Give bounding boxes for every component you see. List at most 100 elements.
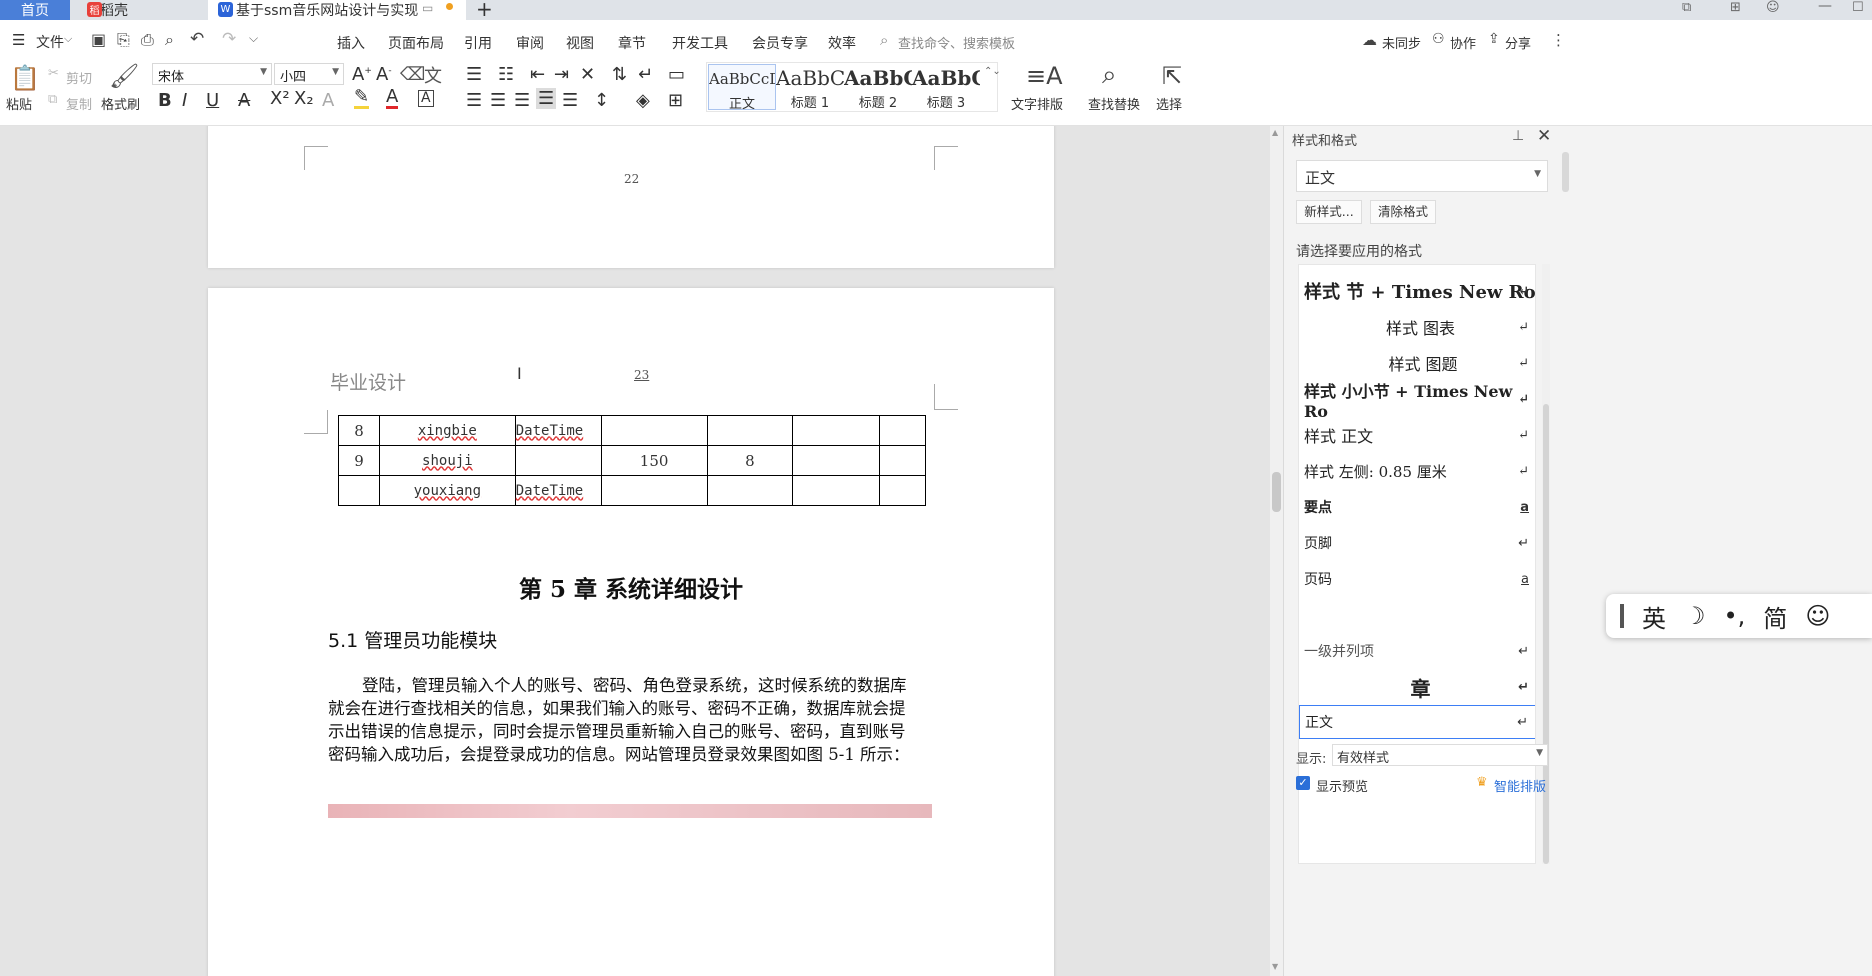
decrease-indent-icon[interactable]: ⇤ xyxy=(530,64,545,85)
menu-tab-view[interactable]: 视图 xyxy=(566,33,594,53)
style-item[interactable]: 页脚 ↵ xyxy=(1299,525,1535,561)
font-color-icon[interactable]: A xyxy=(386,88,399,109)
strikethrough-icon[interactable]: A xyxy=(238,90,250,111)
current-style-select[interactable]: 正文 ▼ xyxy=(1296,160,1548,192)
body-paragraph[interactable]: 登陆，管理员输入个人的账号、密码、角色登录系统，这时候系统的数据库 就会在进行查… xyxy=(328,674,938,766)
find-replace-button[interactable]: 查找替换 xyxy=(1088,94,1140,113)
sort-icon[interactable]: ⇅ xyxy=(612,64,627,85)
menu-tab-member[interactable]: 会员专享 xyxy=(752,33,808,53)
table-cell[interactable] xyxy=(792,475,881,506)
table-cell[interactable] xyxy=(879,445,926,476)
menu-tab-references[interactable]: 引用 xyxy=(464,33,492,53)
table-cell[interactable]: shouji xyxy=(378,445,516,476)
panel-scroll-thumb[interactable] xyxy=(1562,152,1569,192)
cut-button[interactable]: 剪切 xyxy=(66,68,92,87)
show-filter-select[interactable]: 有效样式 ▼ xyxy=(1332,744,1548,766)
new-tab-plus-icon[interactable]: + xyxy=(476,0,493,21)
table-cell[interactable]: DateTime xyxy=(514,475,602,506)
sync-status-button[interactable]: 未同步 xyxy=(1382,33,1421,52)
table-cell[interactable] xyxy=(600,475,708,506)
superscript-icon[interactable]: X² xyxy=(270,88,290,109)
style-item-selected[interactable]: 正文 ↵ xyxy=(1299,705,1535,739)
smart-layout-button[interactable]: 智能排版 xyxy=(1494,776,1546,795)
table-cell[interactable] xyxy=(514,445,602,476)
avatar[interactable]: ☺ xyxy=(1766,0,1780,15)
menu-tab-insert[interactable]: 插入 xyxy=(337,33,365,53)
hamburger-icon[interactable]: ☰ xyxy=(12,31,25,49)
clear-format-button[interactable]: 清除格式 xyxy=(1370,200,1436,224)
paste-clipboard-icon[interactable]: 📋 xyxy=(10,64,40,92)
ime-english-toggle[interactable]: 英 xyxy=(1642,599,1666,634)
menu-tab-efficiency[interactable]: 效率 xyxy=(828,33,856,53)
pin-icon[interactable]: ⊥ xyxy=(1512,128,1524,144)
close-icon[interactable]: ✕ xyxy=(1537,126,1551,146)
font-name-select[interactable]: 宋体 ▼ xyxy=(152,63,272,85)
command-search-input[interactable]: 查找命令、搜索模板 xyxy=(898,33,1015,52)
highlight-icon[interactable]: ✎ xyxy=(354,88,370,109)
document-scrollbar[interactable]: ▲ ▼ xyxy=(1270,126,1283,976)
font-size-select[interactable]: 小四 ▼ xyxy=(274,63,344,85)
bold-icon[interactable]: B xyxy=(158,90,172,111)
style-heading3[interactable]: AaBbC 标题 3 xyxy=(912,64,980,111)
style-item[interactable]: 章 ↵ xyxy=(1299,669,1535,705)
clear-format-eraser-icon[interactable]: ⌫ xyxy=(400,64,425,85)
table-cell[interactable] xyxy=(706,475,794,506)
redo-icon[interactable]: ↷ xyxy=(222,29,236,49)
shading-icon[interactable]: ◈ xyxy=(636,90,650,111)
borders-icon[interactable]: ⊞ xyxy=(668,90,683,111)
style-list-scroll-thumb[interactable] xyxy=(1543,404,1549,864)
monitor-icon[interactable]: ▭ xyxy=(422,1,433,15)
italic-icon[interactable]: I xyxy=(182,90,187,111)
print-icon[interactable]: ⎙ xyxy=(141,30,154,50)
preview-checkbox[interactable]: ✓ xyxy=(1296,776,1310,790)
chapter-heading[interactable]: 第 5 章 系统详细设计 xyxy=(208,570,1054,604)
ime-punctuation-icon[interactable]: •, xyxy=(1724,602,1746,630)
table-cell[interactable] xyxy=(706,415,794,446)
table-cell[interactable] xyxy=(792,445,881,476)
print-preview-icon[interactable]: ⌕ xyxy=(165,30,174,50)
phonetic-icon[interactable]: 文 xyxy=(424,62,442,88)
scrollbar-thumb[interactable] xyxy=(1272,472,1281,512)
font-shrink-icon[interactable]: A- xyxy=(376,64,392,85)
increase-indent-icon[interactable]: ⇥ xyxy=(554,64,569,85)
align-right-icon[interactable]: ☰ xyxy=(514,90,530,111)
table-cell[interactable]: 150 xyxy=(600,445,708,476)
table-cell[interactable]: 9 xyxy=(338,445,380,476)
bullet-list-icon[interactable]: ☰ xyxy=(466,64,482,85)
save-icon[interactable]: ▣ xyxy=(91,30,106,49)
distribute-icon[interactable]: ☰ xyxy=(562,90,578,111)
ime-simplified-toggle[interactable]: 简 xyxy=(1763,599,1787,634)
style-heading1[interactable]: AaBbC 标题 1 xyxy=(776,64,844,111)
new-style-button[interactable]: 新样式... xyxy=(1296,200,1362,224)
copy-button[interactable]: 复制 xyxy=(66,94,92,113)
share-button[interactable]: 分享 xyxy=(1505,33,1531,52)
char-border-icon[interactable]: A xyxy=(418,90,434,107)
menu-tab-chapter[interactable]: 章节 xyxy=(618,33,646,53)
style-item[interactable]: 样式 小小节 + Times New Ro ↵ xyxy=(1299,381,1535,421)
ruler-icon[interactable]: ▭ xyxy=(668,64,685,85)
style-item[interactable]: 页码 a xyxy=(1299,561,1535,597)
scroll-down-icon[interactable]: ▼ xyxy=(1272,962,1278,971)
justify-icon[interactable]: ☰ xyxy=(536,88,557,109)
text-layout-button[interactable]: 文字排版 xyxy=(1011,94,1063,113)
grid-apps-icon[interactable]: ⊞ xyxy=(1730,0,1741,15)
subscript-icon[interactable]: X₂ xyxy=(294,88,314,109)
ime-moon-icon[interactable]: ☽ xyxy=(1684,602,1706,630)
style-item[interactable]: 样式 图表 ↵ xyxy=(1299,309,1535,345)
table-cell[interactable]: 8 xyxy=(338,415,380,446)
table-cell[interactable]: xingbie xyxy=(378,415,516,446)
table-cell[interactable] xyxy=(879,475,926,506)
table-cell[interactable]: 8 xyxy=(706,445,794,476)
show-marks-icon[interactable]: ↵ xyxy=(638,64,653,85)
export-pdf-icon[interactable]: ⎘ xyxy=(117,30,130,50)
style-item[interactable]: 一级并列项 ↵ xyxy=(1299,633,1535,669)
collab-button[interactable]: 协作 xyxy=(1450,33,1476,52)
underline-icon[interactable]: U xyxy=(206,90,219,111)
quick-access-more-icon[interactable]: ⌵ xyxy=(249,31,258,46)
format-painter-button[interactable]: 格式刷 xyxy=(101,94,140,113)
tab-daoke[interactable]: 稻稻壳 xyxy=(82,0,202,20)
file-chevron-down-icon[interactable]: ⌵ xyxy=(64,32,72,46)
style-item[interactable]: 样式 正文 ↵ xyxy=(1299,417,1535,453)
numbered-list-icon[interactable]: ☷ xyxy=(498,64,514,85)
style-normal[interactable]: AaBbCcDd 正文 xyxy=(708,64,776,112)
